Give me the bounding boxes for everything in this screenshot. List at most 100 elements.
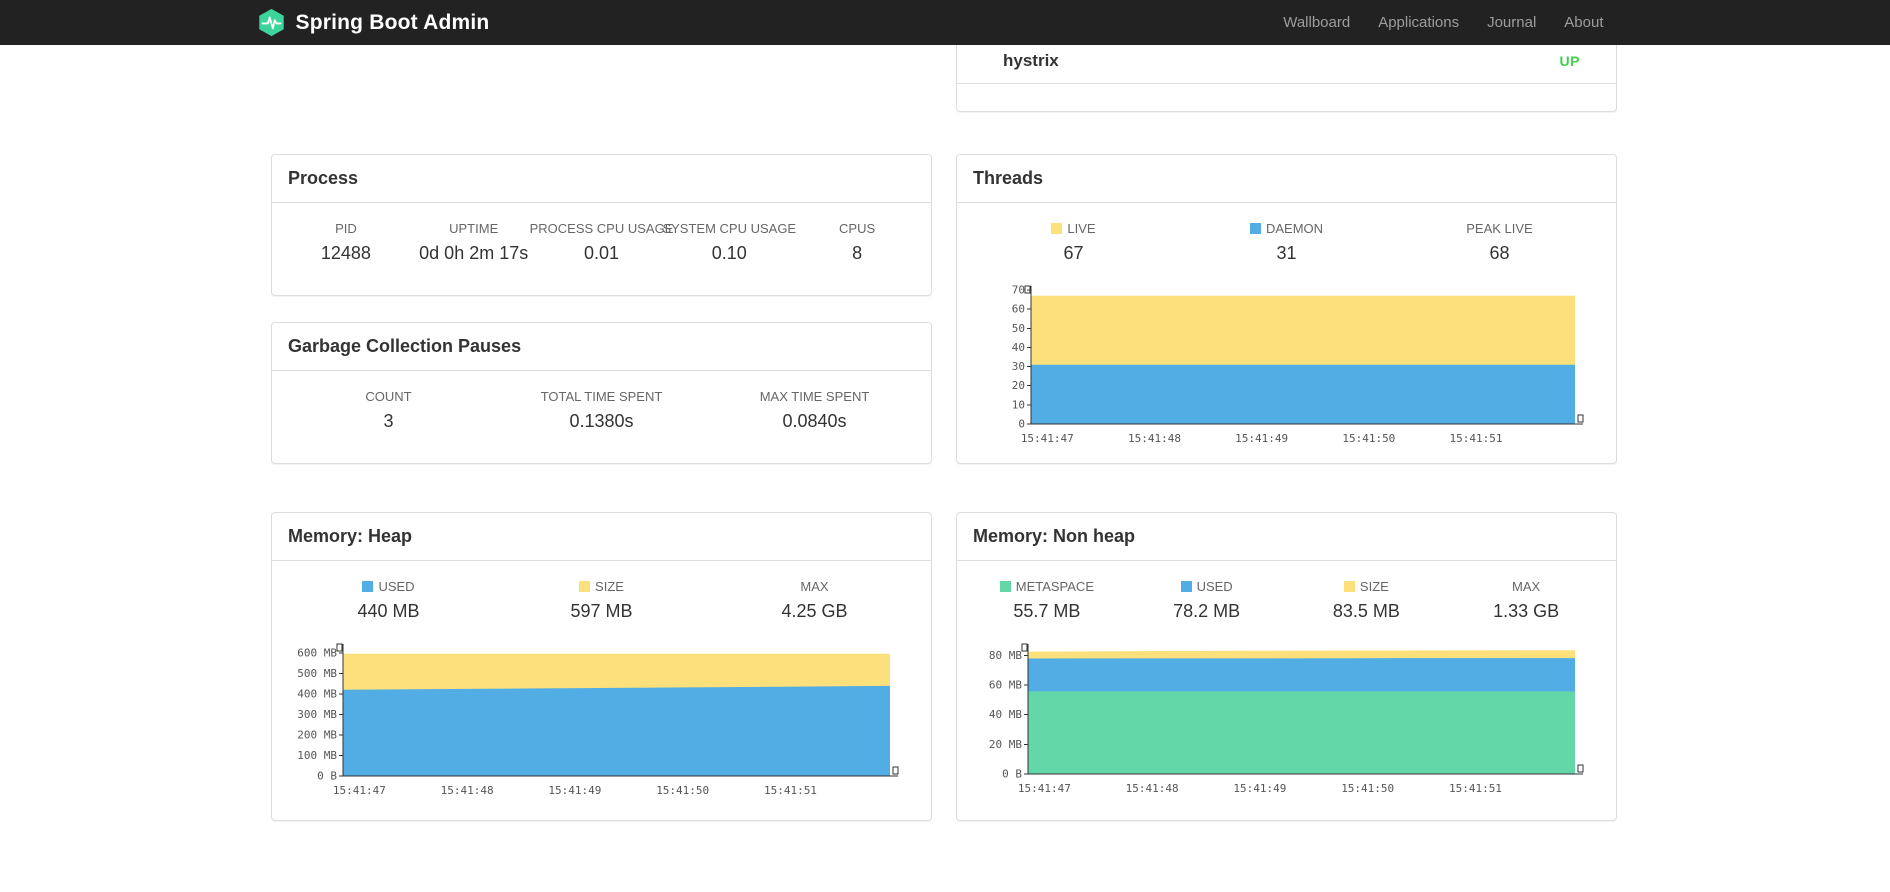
stat-gc-total-time: TOTAL TIME SPENT 0.1380s xyxy=(495,389,708,432)
svg-text:10: 10 xyxy=(1012,398,1025,411)
application-row[interactable]: hystrix UP xyxy=(957,45,1616,84)
gc-panel-title: Garbage Collection Pauses xyxy=(272,323,931,371)
stat-value: 0.01 xyxy=(583,243,620,263)
stat-value: 8 xyxy=(852,243,863,263)
legend-label: METASPACE xyxy=(967,579,1127,594)
svg-text:15:41:51: 15:41:51 xyxy=(1449,432,1502,445)
heap-legend-row: USED 440 MB SIZE 597 MB MAX 4.25 GB xyxy=(272,561,931,630)
svg-text:15:41:48: 15:41:48 xyxy=(1126,782,1179,795)
stat-label: COUNT xyxy=(365,389,412,404)
stat-value: 4.25 GB xyxy=(781,601,848,621)
stat-label: DAEMON xyxy=(1265,221,1324,236)
stat-cpus: CPUS 8 xyxy=(793,221,921,264)
svg-text:15:41:47: 15:41:47 xyxy=(1021,432,1074,445)
nonheap-legend-row: METASPACE 55.7 MB USED 78.2 MB SIZE 83.5… xyxy=(957,561,1616,630)
stat-nonheap-max: MAX 1.33 GB xyxy=(1446,579,1606,622)
memory-heap-svg: 0 B 100 MB 200 MB 300 MB 400 MB 500 MB 600 MB 1… xyxy=(297,643,899,797)
process-panel: Process PID 12488 UPTIME 0d 0h 2m 17s PR… xyxy=(271,154,932,296)
nav-item-journal[interactable]: Journal xyxy=(1473,0,1550,45)
stat-gc-max-time: MAX TIME SPENT 0.0840s xyxy=(708,389,921,432)
stat-system-cpu-usage: SYSTEM CPU USAGE 0.10 xyxy=(662,221,797,264)
gc-pauses-panel: Garbage Collection Pauses COUNT 3 TOTAL … xyxy=(271,322,932,464)
stat-nonheap-size: SIZE 83.5 MB xyxy=(1287,579,1447,622)
stat-value: 12488 xyxy=(320,243,371,263)
stat-heap-used: USED 440 MB xyxy=(282,579,495,622)
svg-text:15:41:51: 15:41:51 xyxy=(764,784,817,797)
navbar: Spring Boot Admin Wallboard Applications… xyxy=(0,0,1890,45)
svg-text:15:41:49: 15:41:49 xyxy=(1233,782,1286,795)
legend-swatch-live xyxy=(1051,223,1063,234)
stat-value: 1.33 GB xyxy=(1493,601,1560,621)
legend-label: LIVE xyxy=(967,221,1180,236)
stat-value: 0.10 xyxy=(711,243,747,263)
stat-value: 67 xyxy=(1063,243,1084,263)
legend-swatch-metaspace xyxy=(999,581,1011,592)
navbar-container: Spring Boot Admin Wallboard Applications… xyxy=(258,0,1618,45)
stat-threads-daemon: DAEMON 31 xyxy=(1180,221,1393,264)
svg-text:15:41:48: 15:41:48 xyxy=(441,784,494,797)
spring-boot-admin-logo-icon xyxy=(257,8,286,37)
stat-nonheap-metaspace: METASPACE 55.7 MB xyxy=(967,579,1127,622)
stat-process-cpu-usage: PROCESS CPU USAGE 0.01 xyxy=(529,221,674,264)
stat-heap-size: SIZE 597 MB xyxy=(495,579,708,622)
nav-links: Wallboard Applications Journal About xyxy=(1269,0,1617,45)
nav-item-applications[interactable]: Applications xyxy=(1364,0,1473,45)
stat-heap-max: MAX 4.25 GB xyxy=(708,579,921,622)
svg-text:15:41:50: 15:41:50 xyxy=(1342,432,1395,445)
nonheap-panel-title: Memory: Non heap xyxy=(957,513,1616,561)
svg-text:20: 20 xyxy=(1012,379,1025,392)
threads-panel: Threads LIVE 67 DAEMON 31 PEAK LIVE 68 0… xyxy=(956,154,1617,464)
stat-value: 83.5 MB xyxy=(1332,601,1400,621)
brand-link[interactable]: Spring Boot Admin xyxy=(257,8,490,37)
legend-label: USED xyxy=(1127,579,1287,594)
stat-threads-peak-live: PEAK LIVE 68 xyxy=(1393,221,1606,264)
threads-panel-title: Threads xyxy=(957,155,1616,203)
svg-text:80 MB: 80 MB xyxy=(989,649,1022,662)
memory-nonheap-panel: Memory: Non heap METASPACE 55.7 MB USED … xyxy=(956,512,1617,821)
stat-value: 68 xyxy=(1489,243,1510,263)
memory-heap-panel: Memory: Heap USED 440 MB SIZE 597 MB MAX… xyxy=(271,512,932,821)
stat-gc-count: COUNT 3 xyxy=(282,389,495,432)
stat-value: 0.0840s xyxy=(782,411,847,431)
svg-text:20 MB: 20 MB xyxy=(989,738,1022,751)
stat-value: 0.1380s xyxy=(569,411,634,431)
svg-text:100 MB: 100 MB xyxy=(297,749,337,762)
stat-label: TOTAL TIME SPENT xyxy=(540,389,663,404)
stat-threads-live: LIVE 67 xyxy=(967,221,1180,264)
stat-value: 78.2 MB xyxy=(1173,601,1241,621)
stat-uptime: UPTIME 0d 0h 2m 17s xyxy=(410,221,538,264)
stat-label: USED xyxy=(378,579,415,594)
svg-text:50: 50 xyxy=(1012,322,1025,335)
legend-label: DAEMON xyxy=(1180,221,1393,236)
svg-text:15:41:49: 15:41:49 xyxy=(548,784,601,797)
application-name[interactable]: hystrix xyxy=(1003,51,1059,71)
stat-label: PROCESS CPU USAGE xyxy=(529,221,674,236)
stat-label: PID xyxy=(335,221,357,236)
stat-label: MAX TIME SPENT xyxy=(759,389,870,404)
application-status-badge: UP xyxy=(1559,53,1580,69)
threads-svg: 0 10 20 30 40 50 60 70 15:41:47 15:41:48 15:41:49 1… xyxy=(1012,284,1584,445)
stat-label: METASPACE xyxy=(1015,579,1094,594)
svg-text:15:41:47: 15:41:47 xyxy=(1018,782,1071,795)
stat-label: LIVE xyxy=(1067,221,1096,236)
nav-item-about[interactable]: About xyxy=(1550,0,1617,45)
applications-panel: hystrix UP xyxy=(956,45,1617,112)
stat-label: SIZE xyxy=(595,579,624,594)
stat-label: USED xyxy=(1196,579,1233,594)
svg-text:60: 60 xyxy=(1012,303,1025,316)
memory-nonheap-svg: 0 B 20 MB 40 MB 60 MB 80 MB 15:41:47 15:41:48 1… xyxy=(989,643,1584,795)
svg-text:40: 40 xyxy=(1012,341,1025,354)
svg-text:15:41:47: 15:41:47 xyxy=(333,784,386,797)
svg-text:40 MB: 40 MB xyxy=(989,708,1022,721)
legend-swatch-used xyxy=(1180,581,1192,592)
svg-text:600 MB: 600 MB xyxy=(297,647,337,660)
stat-label: SYSTEM CPU USAGE xyxy=(662,221,797,236)
gc-stats-row: COUNT 3 TOTAL TIME SPENT 0.1380s MAX TIM… xyxy=(272,371,931,440)
stat-label: PEAK LIVE xyxy=(1466,221,1533,236)
svg-text:60 MB: 60 MB xyxy=(989,679,1022,692)
memory-heap-chart: 0 B 100 MB 200 MB 300 MB 400 MB 500 MB 600 MB 1… xyxy=(286,638,931,807)
svg-text:15:41:50: 15:41:50 xyxy=(1341,782,1394,795)
legend-label: SIZE xyxy=(1287,579,1447,594)
legend-swatch-daemon xyxy=(1249,223,1261,234)
nav-item-wallboard[interactable]: Wallboard xyxy=(1269,0,1364,45)
